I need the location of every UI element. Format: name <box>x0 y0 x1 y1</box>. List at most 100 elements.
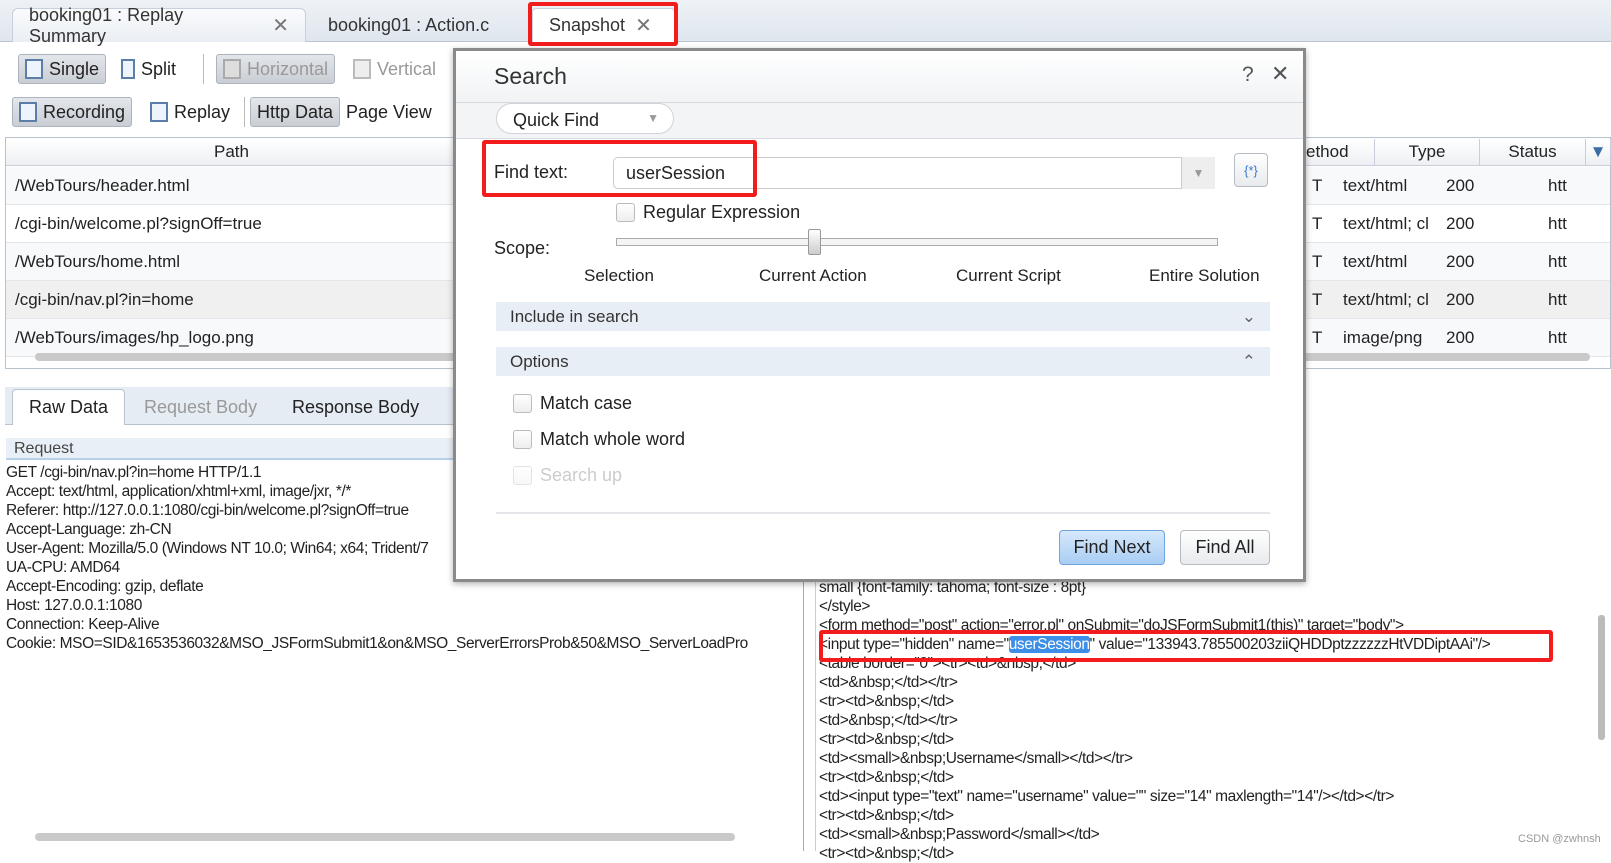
label: Page View <box>346 101 432 122</box>
tab-request-body[interactable]: Request Body <box>128 389 273 425</box>
regex-helper-icon[interactable]: {*} <box>1234 153 1268 187</box>
watermark: CSDN @zwhnsh <box>1518 833 1601 845</box>
label: Single <box>49 58 100 79</box>
column-header-method[interactable]: ethod <box>1306 139 1375 166</box>
regex-label: Regular Expression <box>643 202 801 222</box>
label: Recording <box>43 101 126 122</box>
replay-icon <box>150 102 168 122</box>
cell-status: 200 <box>1446 176 1475 195</box>
label: Options <box>510 352 569 371</box>
horizontal-button[interactable]: Horizontal <box>216 54 336 84</box>
cell-path: /WebTours/home.html <box>15 252 181 271</box>
cell-path: /cgi-bin/welcome.pl?signOff=true <box>15 214 262 233</box>
match-whole-word-checkbox[interactable] <box>513 430 532 449</box>
search-up-checkbox[interactable] <box>513 466 532 485</box>
close-icon[interactable]: ✕ <box>1271 61 1289 87</box>
tab-action-c[interactable]: booking01 : Action.c <box>312 8 505 42</box>
label: Quick Find <box>513 110 600 130</box>
filter-icon[interactable]: ▼ <box>1586 139 1611 166</box>
cell-path: /WebTours/header.html <box>15 176 190 195</box>
scope-option-selection[interactable]: Selection <box>584 266 654 286</box>
divider <box>203 54 204 84</box>
scope-slider[interactable] <box>616 238 1218 246</box>
divider <box>496 512 1270 514</box>
search-mode-dropdown[interactable]: Quick Find ▼ <box>496 103 674 134</box>
split-button[interactable]: Split <box>115 54 182 84</box>
scope-slider-handle[interactable] <box>808 229 821 255</box>
response-line: <td><small>&nbsp;Password</small></td> <box>819 826 1100 843</box>
split-pane-icon <box>121 59 135 79</box>
response-line: <tr><td>&nbsp;</td> <box>819 845 954 862</box>
label: Replay <box>174 101 231 122</box>
vertical-button[interactable]: Vertical <box>347 54 442 84</box>
cell-type: text/html <box>1343 252 1408 271</box>
response-text[interactable]: small {font-family: tahoma; font-size : … <box>819 578 1589 863</box>
close-icon[interactable]: ✕ <box>272 13 289 38</box>
dialog-title: Search <box>494 63 567 89</box>
scope-label: Scope: <box>494 238 551 258</box>
cell-status: 200 <box>1446 252 1475 271</box>
include-in-search-section[interactable]: Include in search ⌄ <box>496 302 1270 331</box>
response-line: <td>&nbsp;</td></tr> <box>819 674 958 691</box>
regex-checkbox[interactable] <box>616 203 635 222</box>
cell-status: 200 <box>1446 328 1475 347</box>
response-line: <tr><td>&nbsp;</td> <box>819 769 954 786</box>
response-line: </style> <box>819 598 871 615</box>
cell-type: text/html; cl <box>1343 214 1429 233</box>
cell-url: htt <box>1548 290 1567 309</box>
vertical-scrollbar[interactable] <box>1598 615 1605 740</box>
cell-url: htt <box>1548 214 1567 233</box>
scope-option-entire-solution[interactable]: Entire Solution <box>1149 266 1260 286</box>
recording-button[interactable]: Recording <box>12 97 133 127</box>
cell-path: /cgi-bin/nav.pl?in=home <box>15 290 194 309</box>
expand-icon: ⌄ <box>1241 307 1256 326</box>
cell-method: T <box>1312 328 1323 347</box>
options-section[interactable]: Options ⌃ <box>496 347 1270 376</box>
label: Split <box>141 58 177 79</box>
cell-method: T <box>1312 176 1323 195</box>
collapse-icon: ⌃ <box>1241 352 1256 371</box>
tab-raw-data[interactable]: Raw Data <box>12 389 126 425</box>
match-whole-word-label: Match whole word <box>540 429 686 449</box>
search-up-label: Search up <box>540 465 623 485</box>
cell-method: T <box>1312 214 1323 233</box>
label: Include in search <box>510 307 639 326</box>
column-header-status[interactable]: Status <box>1480 139 1586 166</box>
response-line: <td><small>&nbsp;Username</small></td></… <box>819 750 1133 767</box>
cell-type: image/png <box>1343 328 1423 347</box>
search-dialog: Search ? ✕ Quick Find ▼ Find text: userSe… <box>453 48 1306 582</box>
tab-response-body[interactable]: Response Body <box>276 389 435 425</box>
highlight-box <box>482 140 757 197</box>
highlight-box <box>819 630 1553 662</box>
match-case-checkbox[interactable] <box>513 394 532 413</box>
column-header-type[interactable]: Type <box>1375 139 1480 166</box>
response-line: <tr><td>&nbsp;</td> <box>819 731 954 748</box>
scope-option-current-action[interactable]: Current Action <box>759 266 867 286</box>
cell-path: /WebTours/images/hp_logo.png <box>15 328 254 347</box>
label: Vertical <box>377 58 437 79</box>
replay-button[interactable]: Replay <box>144 97 236 127</box>
chevron-down-icon[interactable]: ▼ <box>1181 157 1215 189</box>
tab-replay-summary[interactable]: booking01 : Replay Summary ✕ <box>12 5 306 46</box>
find-next-button[interactable]: Find Next <box>1059 530 1165 565</box>
tab-label: booking01 : Replay Summary <box>29 4 184 46</box>
help-icon[interactable]: ? <box>1242 63 1254 87</box>
cell-status: 200 <box>1446 214 1475 233</box>
divider <box>244 97 245 127</box>
response-line: <td><input type="text" name="username" v… <box>819 788 1395 805</box>
response-line: <tr><td>&nbsp;</td> <box>819 807 954 824</box>
column-header-path[interactable]: Path <box>6 139 458 166</box>
label: Horizontal <box>247 58 329 79</box>
chevron-down-icon: ▼ <box>647 111 659 125</box>
http-data-button[interactable]: Http Data <box>250 97 341 127</box>
single-pane-icon <box>25 59 43 79</box>
cell-type: text/html <box>1343 176 1408 195</box>
request-scrollbar[interactable] <box>35 833 735 841</box>
response-line: <tr><td>&nbsp;</td> <box>819 693 954 710</box>
page-view-button[interactable]: Page View <box>340 97 438 127</box>
tab-label: booking01 : Action.c <box>328 14 490 35</box>
find-all-button[interactable]: Find All <box>1180 530 1270 565</box>
single-button[interactable]: Single <box>18 54 107 84</box>
scope-option-current-script[interactable]: Current Script <box>956 266 1061 286</box>
cell-url: htt <box>1548 252 1567 271</box>
